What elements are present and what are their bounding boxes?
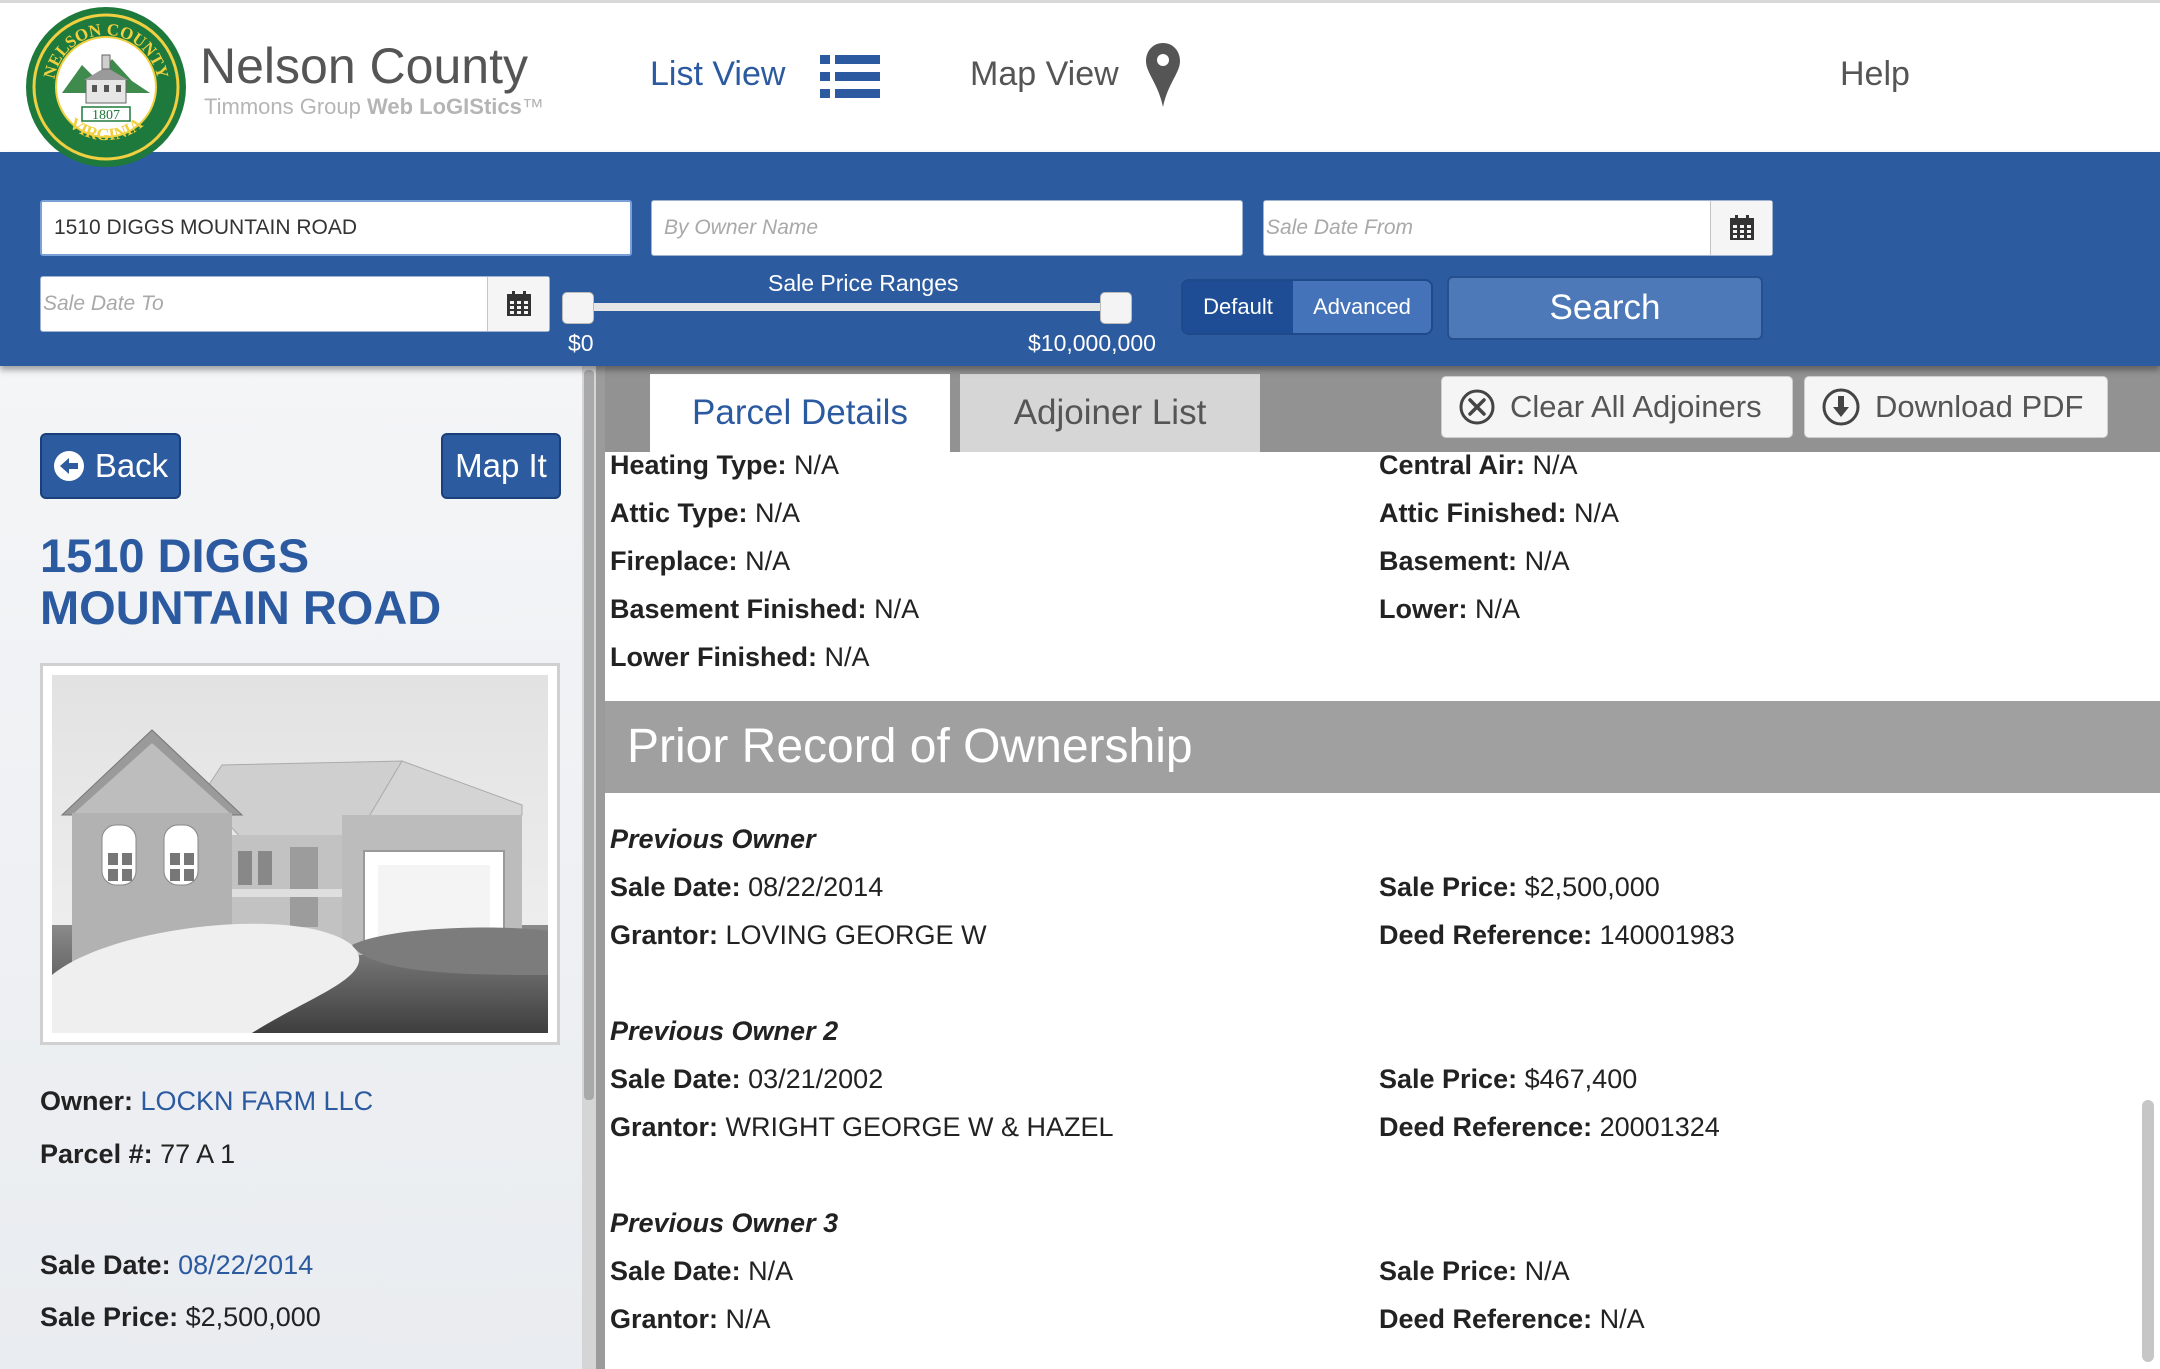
parcel-address-title: 1510 DIGGS MOUNTAIN ROAD [40, 529, 442, 634]
owner-deed-reference: Deed Reference: 140001983 [1379, 920, 1735, 950]
address-input[interactable] [42, 202, 630, 254]
download-pdf-label: Download PDF [1875, 389, 2084, 424]
left-scroll-thumb[interactable] [584, 370, 594, 1100]
brand-subtitle: Timmons Group Web LoGIStics™ [204, 94, 544, 119]
owner-sale-price: Sale Price: $467,400 [1379, 1064, 1638, 1094]
owner-name-input[interactable] [652, 201, 1242, 255]
sale-date-row: Sale Date: 08/22/2014 [40, 1250, 314, 1280]
nav-map-view[interactable]: Map View [970, 55, 1119, 94]
detail-attic-type: Attic Type: N/A [610, 498, 801, 528]
detail-fireplace: Fireplace: N/A [610, 546, 791, 576]
map-pin-icon[interactable] [1146, 43, 1180, 107]
mode-advanced-button[interactable]: Advanced [1293, 281, 1431, 333]
brand-name: Nelson County [200, 38, 528, 94]
search-button[interactable]: Search [1447, 276, 1763, 340]
sale-date-to-field[interactable] [40, 276, 550, 332]
prior-ownership-header: Prior Record of Ownership [605, 701, 2160, 793]
detail-central-air: Central Air: N/A [1379, 450, 1578, 480]
tab-adjoiner-list[interactable]: Adjoiner List [960, 374, 1260, 452]
sale-date-from-input[interactable] [1264, 201, 1710, 255]
svg-text:1807: 1807 [92, 108, 120, 123]
price-min-label: $0 [568, 330, 594, 356]
owner-row: Owner: LOCKN FARM LLC [40, 1086, 374, 1116]
owner-deed-reference: Deed Reference: 20001324 [1379, 1112, 1720, 1142]
search-bar: Sale Price Ranges $0 $10,000,000 Default… [0, 152, 2160, 366]
panel-divider [596, 366, 605, 1369]
sale-date-link[interactable]: 08/22/2014 [178, 1250, 313, 1280]
mode-default-button[interactable]: Default [1183, 281, 1293, 333]
owner-link[interactable]: LOCKN FARM LLC [141, 1086, 374, 1116]
detail-attic-finished: Attic Finished: N/A [1379, 498, 1620, 528]
owner-sale-date: Sale Date: 08/22/2014 [610, 872, 884, 902]
search-mode-toggle: Default Advanced [1181, 279, 1433, 335]
house-image-frame [40, 663, 560, 1045]
detail-basement: Basement: N/A [1379, 546, 1570, 576]
owner-search-field[interactable] [651, 200, 1243, 256]
owner-sale-date: Sale Date: 03/21/2002 [610, 1064, 884, 1094]
county-seal-logo: NELSON COUNTY VIRGINIA 1807 [26, 7, 186, 167]
section-title: Prior Record of Ownership [627, 720, 1193, 773]
owner-grantor: Grantor: LOVING GEORGE W [610, 920, 987, 950]
back-button-label: Back [94, 447, 169, 484]
price-range-slider-track[interactable] [578, 303, 1118, 311]
sale-date-to-input[interactable] [41, 277, 487, 331]
detail-lower: Lower: N/A [1379, 594, 1521, 624]
back-button[interactable]: Back [40, 433, 181, 499]
owner-deed-reference: Deed Reference: N/A [1379, 1304, 1645, 1334]
sale-price-range-label: Sale Price Ranges [768, 270, 959, 296]
owner-heading: Previous Owner 3 [610, 1208, 839, 1238]
clear-adjoiners-button[interactable]: Clear All Adjoiners [1441, 376, 1793, 438]
price-max-handle[interactable] [1100, 292, 1132, 324]
owner-sale-date: Sale Date: N/A [610, 1256, 794, 1286]
house-placeholder-image [52, 675, 548, 1033]
price-min-handle[interactable] [562, 292, 594, 324]
nav-help[interactable]: Help [1840, 55, 1910, 94]
tab-parcel-details[interactable]: Parcel Details [650, 374, 950, 452]
back-arrow-icon [53, 451, 84, 481]
parcel-number-row: Parcel #: 77 A 1 [40, 1139, 236, 1169]
map-it-button[interactable]: Map It [441, 433, 561, 499]
owner-grantor: Grantor: N/A [610, 1304, 771, 1334]
download-icon [1822, 388, 1860, 426]
address-search-field[interactable] [40, 200, 632, 256]
owner-heading: Previous Owner 2 [610, 1016, 839, 1046]
sale-price-row: Sale Price: $2,500,000 [40, 1302, 321, 1332]
calendar-icon[interactable] [1710, 201, 1772, 255]
calendar-icon[interactable] [487, 277, 549, 331]
details-scrollbar[interactable] [2142, 1100, 2154, 1362]
detail-lower-finished: Lower Finished: N/A [610, 642, 870, 672]
list-icon[interactable] [820, 55, 880, 99]
detail-heating-type: Heating Type: N/A [610, 450, 840, 480]
left-panel-scrollbar[interactable] [582, 366, 596, 1369]
sale-date-from-field[interactable] [1263, 200, 1773, 256]
app-header: NELSON COUNTY VIRGINIA 1807 Nelson Count… [0, 0, 2160, 167]
price-max-label: $10,000,000 [1028, 330, 1156, 356]
tab-bar: Parcel Details Adjoiner List Clear All A… [605, 366, 2160, 452]
download-pdf-button[interactable]: Download PDF [1804, 376, 2108, 438]
detail-basement-finished: Basement Finished: N/A [610, 594, 920, 624]
owner-grantor: Grantor: WRIGHT GEORGE W & HAZEL [610, 1112, 1114, 1142]
owner-sale-price: Sale Price: N/A [1379, 1256, 1570, 1286]
clear-adjoiners-label: Clear All Adjoiners [1510, 389, 1762, 424]
nav-list-view[interactable]: List View [650, 55, 785, 94]
clear-x-icon [1459, 389, 1495, 425]
owner-sale-price: Sale Price: $2,500,000 [1379, 872, 1660, 902]
owner-heading: Previous Owner [610, 824, 816, 854]
